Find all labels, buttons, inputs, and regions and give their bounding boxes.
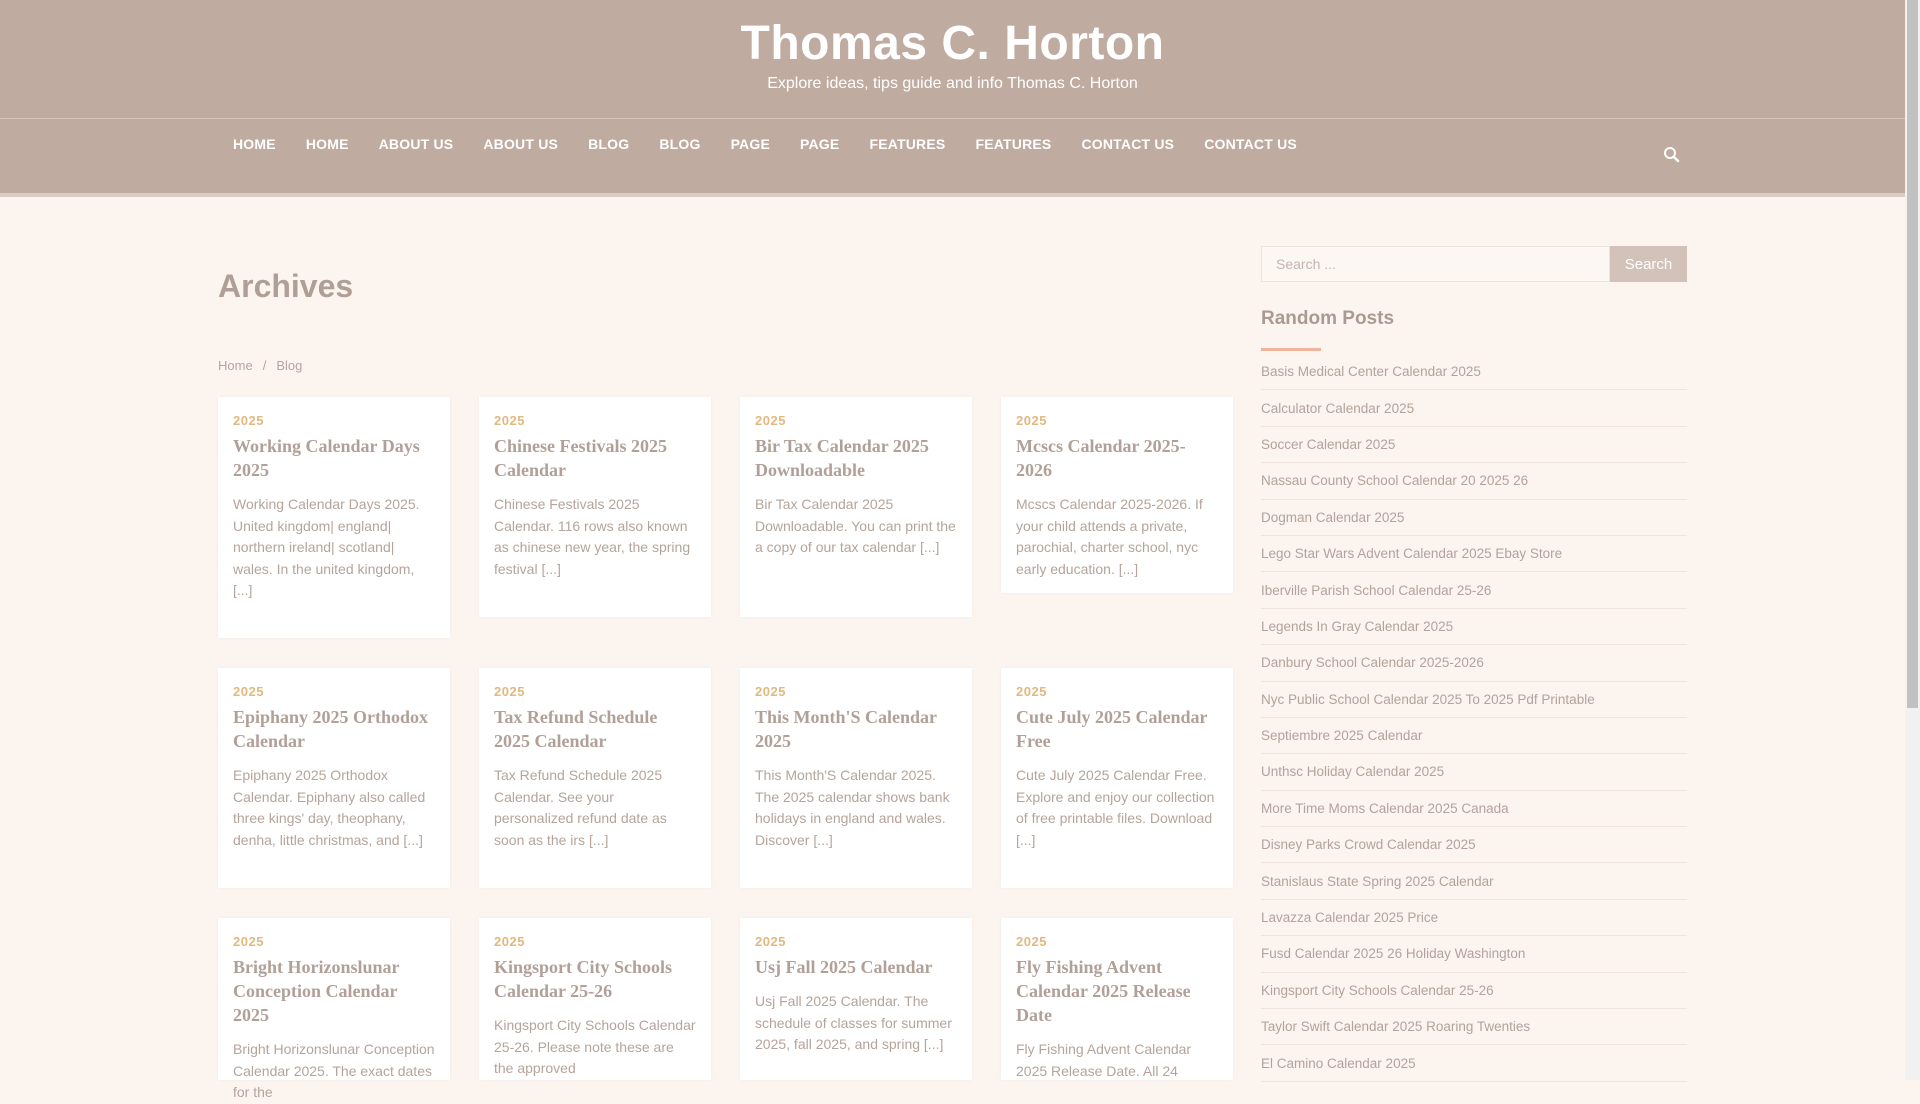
post-category-link[interactable]: 2025 [494,934,696,949]
random-post-link[interactable]: Disney Parks Crowd Calendar 2025 [1261,827,1687,864]
post-excerpt: Chinese Festivals 2025 Calendar. 116 row… [494,496,691,577]
post-card: 2025 Kingsport City Schools Calendar 25-… [479,918,711,1080]
post-category-link[interactable]: 2025 [494,684,696,699]
nav-item-features[interactable]: FEATURES [960,136,1066,152]
random-post-link[interactable]: More Time Moms Calendar 2025 Canada [1261,791,1687,828]
site-description: Explore ideas, tips guide and info Thoma… [767,75,1138,92]
breadcrumb-separator: / [262,358,267,373]
random-post-link[interactable]: Taylor Swift Calendar 2025 Roaring Twent… [1261,1009,1687,1046]
post-excerpt: Kingsport City Schools Calendar 25-26. P… [494,1017,696,1076]
post-title-link[interactable]: Cute July 2025 Calendar Free [1016,705,1218,753]
nav-item-features[interactable]: FEATURES [854,136,960,152]
scrollbar-thumb[interactable] [1907,0,1918,708]
post-title-link[interactable]: Tax Refund Schedule 2025 Calendar [494,705,696,753]
nav-item-blog[interactable]: BLOG [573,136,644,152]
post-title-link[interactable]: Usj Fall 2025 Calendar [755,955,957,979]
breadcrumb-current: Blog [276,358,303,373]
nav-item-home[interactable]: HOME [291,136,364,152]
post-excerpt: Cute July 2025 Calendar Free. Explore an… [1016,767,1215,848]
post-excerpt: Working Calendar Days 2025. United kingd… [233,496,420,598]
post-category-link[interactable]: 2025 [755,684,957,699]
post-card: 2025 Epiphany 2025 Orthodox Calendar Epi… [218,668,450,888]
post-card: 2025 Fly Fishing Advent Calendar 2025 Re… [1001,918,1233,1080]
post-card: 2025 Bright Horizonslunar Conception Cal… [218,918,450,1100]
search-input[interactable] [1261,246,1610,282]
random-post-link[interactable]: Lego Star Wars Advent Calendar 2025 Ebay… [1261,536,1687,573]
widget-title-underline [1261,348,1321,351]
post-title-link[interactable]: Mcscs Calendar 2025-2026 [1016,434,1218,482]
breadcrumb: Home / Blog [218,358,302,373]
post-card: 2025 Mcscs Calendar 2025-2026 Mcscs Cale… [1001,397,1233,593]
random-post-link[interactable]: Kingsport City Schools Calendar 25-26 [1261,973,1687,1010]
breadcrumb-home-link[interactable]: Home [218,358,253,373]
post-category-link[interactable]: 2025 [1016,934,1218,949]
post-title-link[interactable]: Chinese Festivals 2025 Calendar [494,434,696,482]
post-category-link[interactable]: 2025 [1016,684,1218,699]
post-excerpt: This Month'S Calendar 2025. The 2025 cal… [755,767,950,848]
post-excerpt: Mcscs Calendar 2025-2026. If your child … [1016,496,1203,577]
random-post-link[interactable]: Dogman Calendar 2025 [1261,500,1687,536]
random-posts-title: Random Posts [1261,308,1395,329]
post-excerpt: Fly Fishing Advent Calendar 2025 Release… [1016,1041,1192,1079]
main-navigation: HOME HOME ABOUT US ABOUT US BLOG BLOG PA… [0,118,1905,197]
random-post-link[interactable]: Lavazza Calendar 2025 Price [1261,900,1687,937]
post-excerpt: Tax Refund Schedule 2025 Calendar. See y… [494,767,667,848]
post-category-link[interactable]: 2025 [233,413,435,428]
page-scrollbar[interactable] [1905,0,1920,1080]
post-category-link[interactable]: 2025 [233,684,435,699]
post-excerpt: Epiphany 2025 Orthodox Calendar. Epiphan… [233,767,426,848]
post-title-link[interactable]: Epiphany 2025 Orthodox Calendar [233,705,435,753]
post-card: 2025 Working Calendar Days 2025 Working … [218,397,450,638]
post-title-link[interactable]: Kingsport City Schools Calendar 25-26 [494,955,696,1003]
post-title-link[interactable]: This Month'S Calendar 2025 [755,705,957,753]
post-title-link[interactable]: Working Calendar Days 2025 [233,434,435,482]
random-post-link[interactable]: Stanislaus State Spring 2025 Calendar [1261,863,1687,900]
random-post-link[interactable]: El Camino Calendar 2025 [1261,1045,1687,1082]
nav-menu: HOME HOME ABOUT US ABOUT US BLOG BLOG PA… [218,119,1312,169]
post-card: 2025 This Month'S Calendar 2025 This Mon… [740,668,972,888]
search-icon[interactable] [1662,145,1682,165]
random-post-link[interactable]: Fusd Calendar 2025 26 Holiday Washington [1261,936,1687,973]
random-post-link[interactable]: Septiembre 2025 Calendar [1261,718,1687,755]
random-post-link[interactable]: Soccer Calendar 2025 [1261,427,1687,464]
post-card: 2025 Usj Fall 2025 Calendar Usj Fall 202… [740,918,972,1080]
search-button[interactable]: Search [1610,246,1687,282]
post-card: 2025 Chinese Festivals 2025 Calendar Chi… [479,397,711,617]
nav-item-page[interactable]: PAGE [716,136,785,152]
nav-item-about-us[interactable]: ABOUT US [468,136,573,152]
post-category-link[interactable]: 2025 [755,413,957,428]
post-title-link[interactable]: Fly Fishing Advent Calendar 2025 Release… [1016,955,1218,1027]
random-post-link[interactable]: Nyc Public School Calendar 2025 To 2025 … [1261,682,1687,718]
post-title-link[interactable]: Bright Horizonslunar Conception Calendar… [233,955,435,1027]
post-category-link[interactable]: 2025 [755,934,957,949]
random-post-link[interactable]: Danbury School Calendar 2025-2026 [1261,645,1687,682]
random-post-link[interactable]: Basis Medical Center Calendar 2025 [1261,354,1687,391]
post-excerpt: Usj Fall 2025 Calendar. The schedule of … [755,993,952,1052]
nav-item-about-us[interactable]: ABOUT US [364,136,469,152]
sidebar-search-form: Search [1261,246,1687,282]
nav-item-contact-us[interactable]: CONTACT US [1189,136,1312,152]
page-title: Archives [218,268,354,304]
post-excerpt: Bir Tax Calendar 2025 Downloadable. You … [755,496,956,555]
post-card: 2025 Tax Refund Schedule 2025 Calendar T… [479,668,711,888]
post-card: 2025 Bir Tax Calendar 2025 Downloadable … [740,397,972,617]
post-category-link[interactable]: 2025 [233,934,435,949]
nav-item-home[interactable]: HOME [218,136,291,152]
random-post-link[interactable]: Calculator Calendar 2025 [1261,390,1687,427]
nav-item-blog[interactable]: BLOG [644,136,715,152]
post-excerpt: Bright Horizonslunar Conception Calendar… [233,1041,435,1100]
site-title[interactable]: Thomas C. Horton [0,14,1905,74]
random-post-link[interactable]: Nassau County School Calendar 20 2025 26 [1261,463,1687,500]
random-posts-list: Basis Medical Center Calendar 2025 Calcu… [1261,354,1687,1082]
post-category-link[interactable]: 2025 [494,413,696,428]
site-header: Thomas C. Horton Explore ideas, tips gui… [0,0,1905,118]
post-category-link[interactable]: 2025 [1016,413,1218,428]
random-post-link[interactable]: Legends In Gray Calendar 2025 [1261,609,1687,646]
post-card: 2025 Cute July 2025 Calendar Free Cute J… [1001,668,1233,888]
post-title-link[interactable]: Bir Tax Calendar 2025 Downloadable [755,434,957,482]
nav-item-contact-us[interactable]: CONTACT US [1066,136,1189,152]
nav-item-page[interactable]: PAGE [785,136,854,152]
random-post-link[interactable]: Unthsc Holiday Calendar 2025 [1261,754,1687,791]
random-post-link[interactable]: Iberville Parish School Calendar 25-26 [1261,572,1687,609]
